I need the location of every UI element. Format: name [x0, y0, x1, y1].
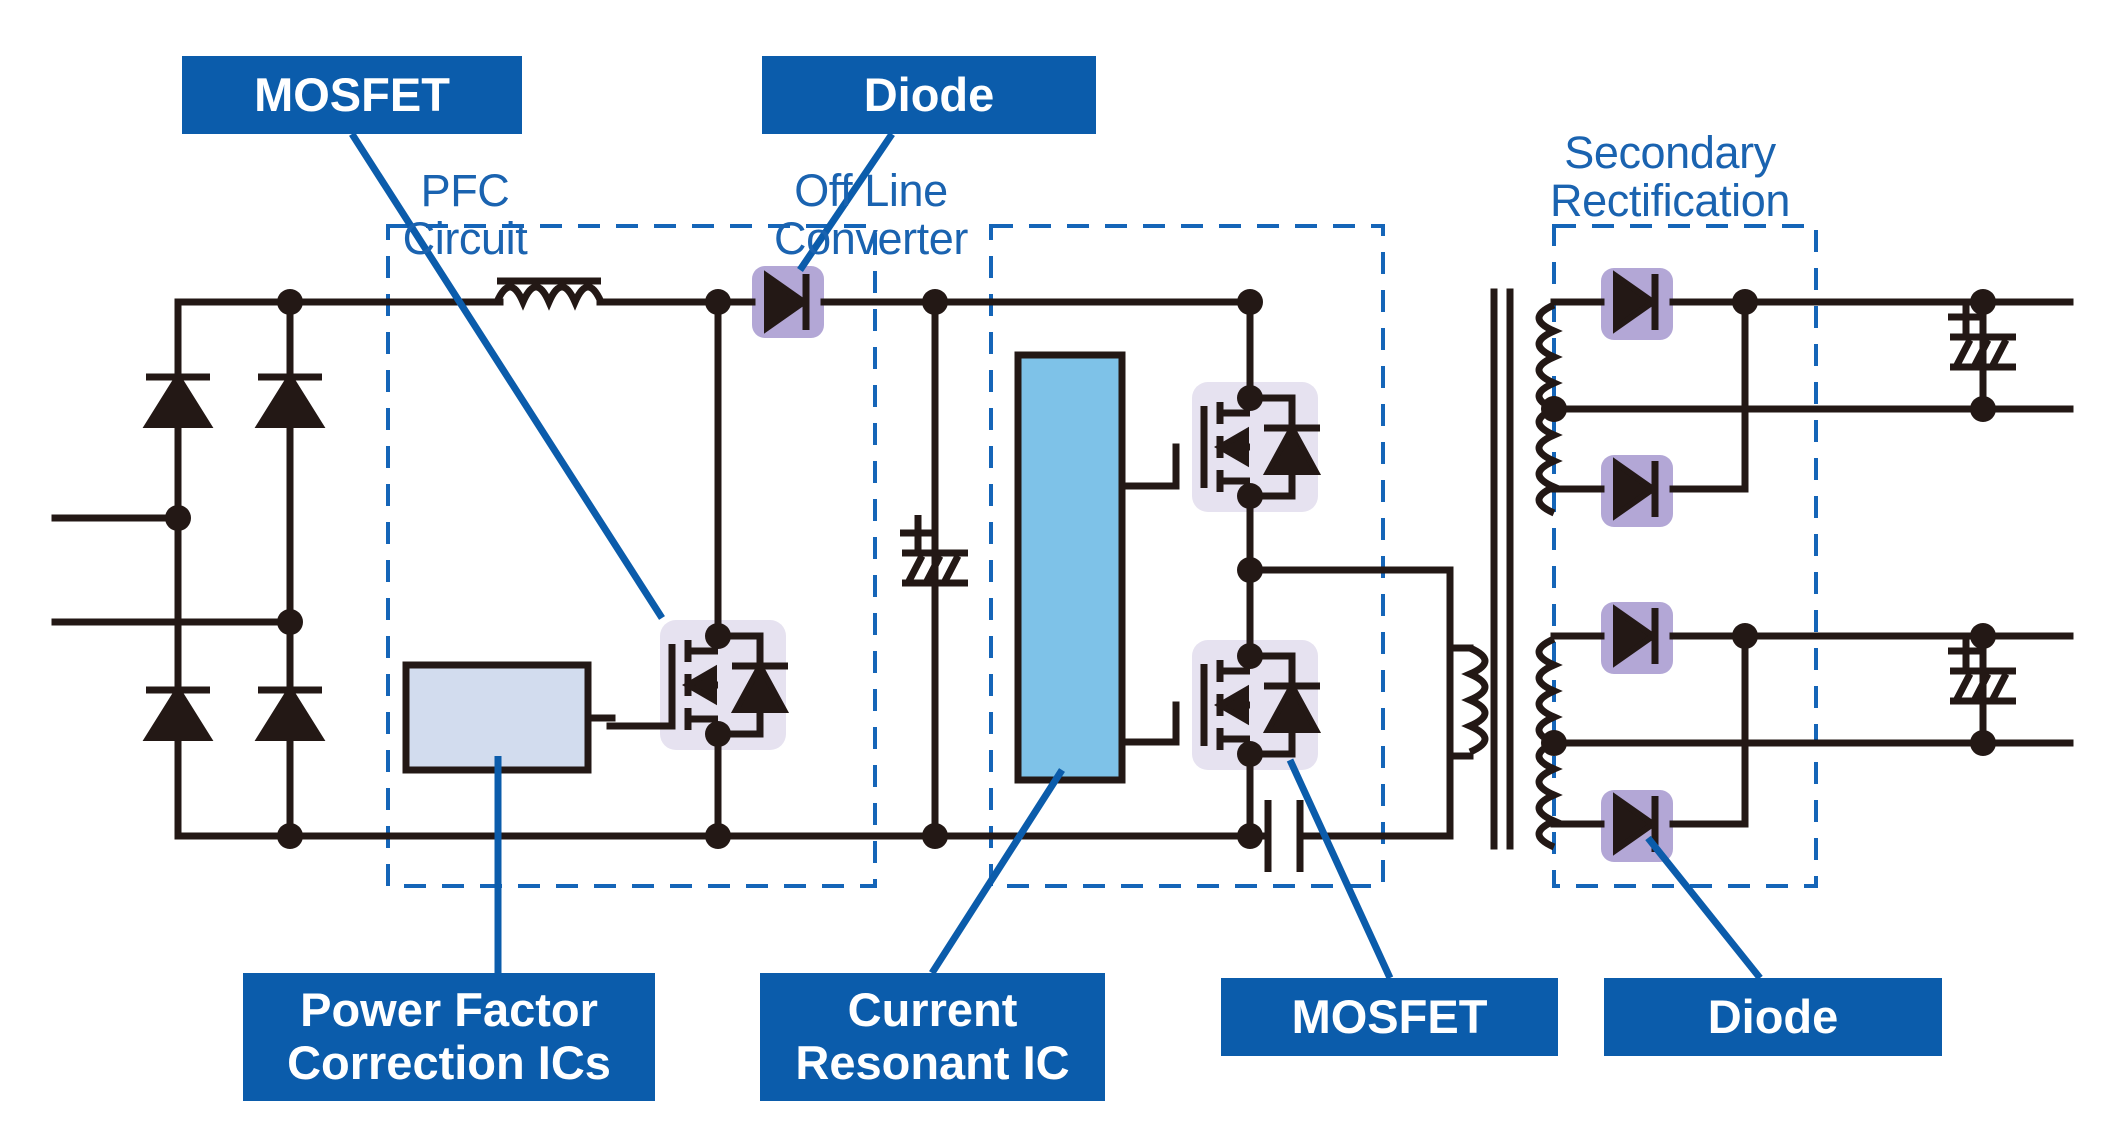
callout-diode-top-label: Diode: [863, 67, 995, 121]
dashed-region-secondary-rectification: [1552, 224, 1818, 888]
callout-mosfet-bottom-label: MOSFET: [1291, 989, 1488, 1043]
leader-current-resonant-ic: [929, 768, 1065, 975]
current-resonant-ic-block: [1014, 351, 1180, 784]
callout-diode-bottom-label: Diode: [1707, 989, 1839, 1043]
resonant-capacitor: [1250, 800, 1454, 872]
pfc-ic-block: [402, 661, 616, 774]
output-capacitor-2: [1950, 623, 2016, 756]
diagram-canvas: PFC Circuit Off Line Converter Secondary…: [0, 0, 2113, 1146]
callout-mosfet-bottom[interactable]: MOSFET: [1221, 978, 1558, 1056]
section-label-off-line-converter-text: Off Line Converter: [774, 164, 968, 265]
transformer-primary-winding: [1446, 644, 1489, 840]
section-label-secondary-rectification-text: Secondary Rectification: [1550, 126, 1790, 227]
bulk-cap-plus-mark: [900, 515, 936, 551]
diode-highlight-pads: [752, 266, 1673, 862]
leader-mosfet-bottom: [1286, 758, 1394, 980]
section-label-secondary-rectification: Secondary Rectification: [1530, 80, 1810, 226]
section-label-pfc-circuit: PFC Circuit: [365, 118, 565, 264]
bridge-diode-d3: [142, 684, 214, 741]
pfc-boost-inductor: [493, 277, 605, 311]
callout-diode-top[interactable]: Diode: [762, 56, 1096, 134]
bridge-diode-d4: [254, 684, 326, 741]
callout-power-factor-correction-ics[interactable]: Power Factor Correction ICs: [243, 973, 655, 1101]
callout-power-factor-correction-ics-label: Power Factor Correction ICs: [287, 983, 611, 1089]
bridge-diode-d2: [254, 371, 326, 428]
section-label-off-line-converter: Off Line Converter: [716, 118, 1026, 264]
secondary-output-1: [1550, 270, 2074, 521]
callout-mosfet-top[interactable]: MOSFET: [182, 56, 522, 134]
callout-current-resonant-ic[interactable]: Current Resonant IC: [760, 973, 1105, 1101]
output-capacitor-1: [1950, 289, 2016, 422]
callout-mosfet-top-label: MOSFET: [254, 67, 450, 121]
leader-diode-bottom: [1645, 835, 1763, 981]
callout-diode-bottom[interactable]: Diode: [1604, 978, 1942, 1056]
transformer-core: [1490, 288, 1514, 850]
callout-current-resonant-ic-label: Current Resonant IC: [795, 983, 1070, 1089]
secondary-output-2: [1550, 604, 2074, 856]
section-label-pfc-circuit-text: PFC Circuit: [402, 164, 528, 265]
bridge-diode-d1: [142, 371, 214, 428]
